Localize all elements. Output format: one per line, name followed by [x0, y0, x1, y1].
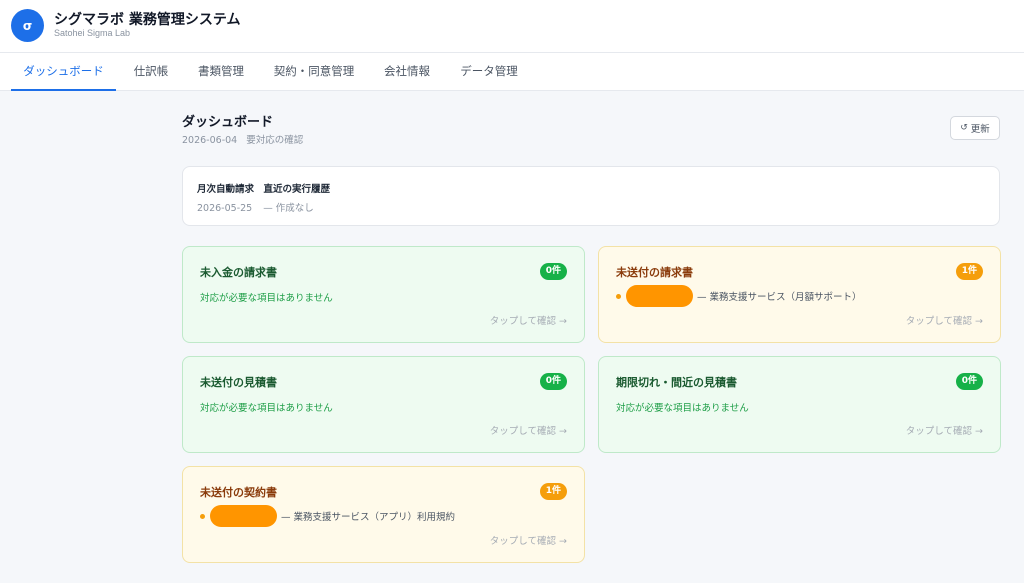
count-badge: 0件: [539, 373, 567, 390]
card-title: 未入金の請求書: [200, 266, 277, 279]
refresh-button[interactable]: ↺ 更新: [950, 116, 1000, 140]
card-title: 未送付の請求書: [616, 266, 693, 279]
app-subtitle: Satohei Sigma Lab: [54, 28, 131, 38]
tab-data[interactable]: データ管理: [450, 53, 528, 91]
view-link[interactable]: タップして確認 →: [490, 423, 567, 437]
app-header: σ シグマラボ 業務管理システム Satohei Sigma Lab: [0, 0, 1024, 52]
expiring-quotes-card[interactable]: 期限切れ・間近の見積書 0件 対応が必要な項目はありません タップして確認 →: [598, 356, 1001, 453]
date-note: 要対応の確認: [246, 135, 304, 146]
card-title: 未送付の契約書: [200, 486, 277, 499]
page-title: ダッシュボード: [182, 115, 274, 130]
history-entry: 2026-05-25 — 作成なし: [197, 200, 314, 214]
view-link[interactable]: タップして確認 →: [490, 313, 567, 327]
tab-journal[interactable]: 仕訳帳: [124, 53, 178, 91]
count-badge: 0件: [955, 373, 983, 390]
unsent-invoices-card[interactable]: 未送付の請求書 1件 — 業務支援サービス（月額サポート） タップして確認 →: [598, 246, 1001, 343]
bullet-dot: [616, 293, 621, 299]
card-title: 未送付の見積書: [200, 376, 277, 389]
tab-dashboard[interactable]: ダッシュボード: [11, 53, 116, 91]
unsent-quotes-card[interactable]: 未送付の見積書 0件 対応が必要な項目はありません タップして確認 →: [182, 356, 585, 453]
redacted-client-name: [210, 505, 277, 527]
refresh-label: 更新: [970, 124, 990, 135]
monthly-billing-history: 月次自動請求 直近の実行履歴 2026-05-25 — 作成なし: [182, 166, 1000, 226]
bullet-dot: [200, 513, 205, 519]
count-badge: 1件: [955, 263, 983, 280]
app-title: シグマラボ 業務管理システム: [54, 12, 241, 28]
redacted-client-name: [626, 285, 693, 307]
view-link[interactable]: タップして確認 →: [906, 313, 983, 327]
empty-message: 対応が必要な項目はありません: [200, 293, 333, 304]
current-date: 2026-06-04: [182, 135, 238, 146]
unsent-contracts-card[interactable]: 未送付の契約書 1件 — 業務支援サービス（アプリ）利用規約 タップして確認 →: [182, 466, 585, 563]
empty-message: 対応が必要な項目はありません: [200, 403, 333, 414]
list-item[interactable]: — 業務支援サービス（月額サポート）: [616, 285, 862, 307]
history-status: — 作成なし: [263, 203, 314, 214]
empty-message: 対応が必要な項目はありません: [616, 403, 749, 414]
item-description: — 業務支援サービス（アプリ）利用規約: [281, 512, 456, 523]
view-link[interactable]: タップして確認 →: [906, 423, 983, 437]
list-item[interactable]: — 業務支援サービス（アプリ）利用規約: [200, 505, 455, 527]
history-title: 月次自動請求 直近の実行履歴: [197, 184, 331, 195]
unpaid-invoices-card[interactable]: 未入金の請求書 0件 対応が必要な項目はありません タップして確認 →: [182, 246, 585, 343]
app-logo[interactable]: σ: [11, 9, 44, 42]
refresh-icon: ↺: [960, 123, 968, 133]
card-title: 期限切れ・間近の見積書: [616, 376, 737, 389]
count-badge: 0件: [539, 263, 567, 280]
tab-company[interactable]: 会社情報: [374, 53, 440, 91]
tab-documents[interactable]: 書類管理: [188, 53, 254, 91]
tab-contracts[interactable]: 契約・同意管理: [264, 53, 364, 91]
view-link[interactable]: タップして確認 →: [490, 533, 567, 547]
main-nav: ダッシュボード 仕訳帳 書類管理 契約・同意管理 会社情報 データ管理: [0, 52, 1024, 91]
count-badge: 1件: [539, 483, 567, 500]
page-subtitle: 2026-06-04 要対応の確認: [182, 132, 303, 146]
item-description: — 業務支援サービス（月額サポート）: [697, 292, 862, 303]
history-date: 2026-05-25: [197, 203, 253, 214]
